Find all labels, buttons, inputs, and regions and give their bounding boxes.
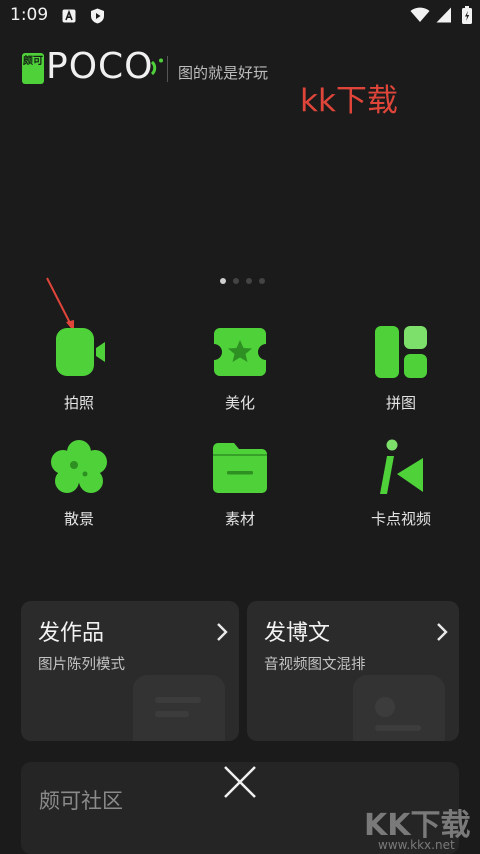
font-notification-icon [62,8,76,27]
chevron-right-icon [435,621,449,647]
corner-watermark-url: www.kkx.net [378,838,455,852]
tool-beautify[interactable]: 美化 [180,322,300,413]
tool-bokeh[interactable]: 散景 [19,438,139,529]
status-time: 1:09 [10,5,49,25]
video-cut-icon [371,438,431,498]
tool-label: 拍照 [63,394,94,412]
status-bar: 1:09 [0,0,480,32]
pager-dot[interactable] [233,278,239,284]
logo-word: POCO [46,46,154,87]
battery-icon [462,6,472,28]
slogan: 图的就是好玩 [178,64,269,82]
tool-collage[interactable]: 拼图 [341,322,461,413]
tool-label: 拼图 [385,394,416,412]
tool-label: 素材 [224,510,255,528]
logo-divider [167,56,168,82]
tool-beat-video[interactable]: 卡点视频 [341,438,461,529]
tool-label: 卡点视频 [370,510,431,528]
close-button[interactable] [220,762,260,802]
tool-material[interactable]: 素材 [180,438,300,529]
card-title: 发博文 [264,621,331,646]
community-title: 颇可社区 [39,789,123,813]
card-subtitle: 音视频图文混排 [264,657,366,673]
tool-label: 散景 [63,510,94,528]
tool-label: 美化 [224,394,255,412]
pager-dot[interactable] [220,278,226,284]
card-title: 发作品 [38,621,105,646]
logo-badge: 颇可 [22,53,44,84]
close-icon [224,766,256,798]
pager-dot[interactable] [259,278,265,284]
post-blog-card[interactable]: 发博文 音视频图文混排 [247,601,459,741]
pager-dots [220,278,268,284]
signal-icon [436,7,452,27]
card-decoration [133,675,225,741]
wifi-icon [410,7,430,27]
camera-icon [49,322,109,382]
card-subtitle: 图片陈列模式 [38,657,125,673]
chevron-right-icon [215,621,229,647]
collage-icon [371,322,431,382]
folder-icon [210,438,270,498]
tool-camera[interactable]: 拍照 [19,322,139,413]
ticket-star-icon [210,322,270,382]
post-work-card[interactable]: 发作品 图片陈列模式 [21,601,239,741]
corner-watermark: KK下载 www.kkx.net [360,800,478,854]
app-logo: 颇可 POCO 图的就是好玩 [22,46,282,87]
flower-icon [49,438,109,498]
card-decoration [353,675,445,741]
logo-dot-icon [150,58,164,82]
shield-play-icon [90,8,105,28]
pager-dot[interactable] [246,278,252,284]
watermark-text: kk下载 [300,83,398,119]
